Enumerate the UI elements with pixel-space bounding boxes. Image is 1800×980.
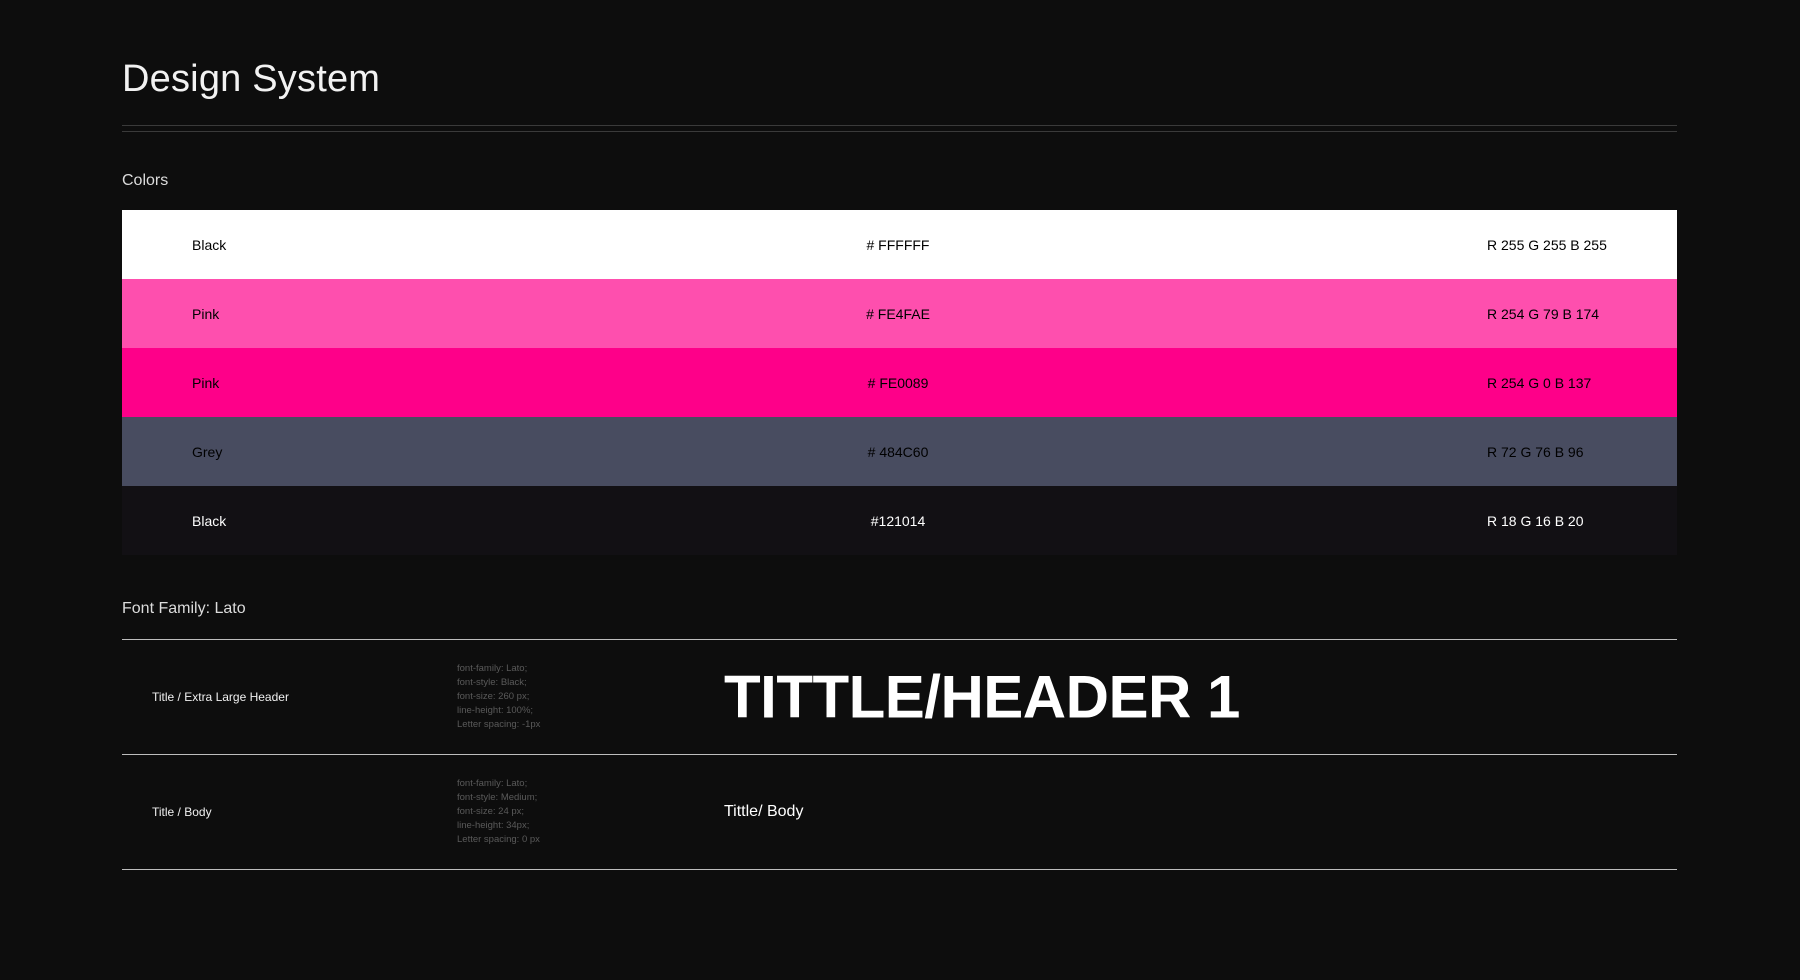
swatch-rgb: R 255 G 255 B 255 — [1487, 236, 1607, 253]
design-system-page: Design System Colors Black # FFFFFF R 25… — [0, 0, 1800, 980]
swatch-name: Grey — [192, 443, 223, 460]
type-style-name: Title / Body — [152, 805, 212, 819]
spec-line: Letter spacing: -1px — [457, 719, 541, 730]
header-divider — [122, 125, 1677, 126]
color-swatch-row: Pink # FE0089 R 254 G 0 B 137 — [122, 348, 1677, 417]
typography-table: Title / Extra Large Header font-family: … — [122, 639, 1677, 870]
spec-line: font-size: 24 px; — [457, 806, 525, 817]
swatch-hex: # FE4FAE — [866, 305, 930, 322]
spec-line: Letter spacing: 0 px — [457, 834, 540, 845]
typography-row-header: Title / Extra Large Header font-family: … — [122, 639, 1677, 754]
color-swatch-row: Black #121014 R 18 G 16 B 20 — [122, 486, 1677, 555]
type-style-specs: font-family: Lato; font-style: Black; fo… — [457, 662, 540, 732]
page-title: Design System — [122, 58, 381, 100]
swatch-name: Pink — [192, 305, 220, 322]
type-sample-header: TITTLE/HEADER 1 — [724, 663, 1240, 731]
color-swatch-row: Grey # 484C60 R 72 G 76 B 96 — [122, 417, 1677, 486]
colors-section-label: Colors — [122, 172, 169, 189]
spec-line: font-style: Medium; — [457, 792, 538, 803]
type-style-specs: font-family: Lato; font-style: Medium; f… — [457, 777, 540, 847]
swatch-rgb: R 254 G 79 B 174 — [1487, 305, 1600, 322]
swatch-name: Black — [192, 236, 227, 253]
header-divider-secondary — [122, 131, 1677, 132]
swatch-rgb: R 72 G 76 B 96 — [1487, 443, 1584, 460]
color-swatch-row: Pink # FE4FAE R 254 G 79 B 174 — [122, 279, 1677, 348]
swatch-rgb: R 18 G 16 B 20 — [1487, 512, 1584, 529]
swatch-hex: # FE0089 — [867, 374, 929, 391]
swatch-hex: # 484C60 — [867, 443, 929, 460]
swatch-name: Black — [192, 512, 227, 529]
spec-line: font-style: Black; — [457, 677, 527, 688]
color-swatch-list: Black # FFFFFF R 255 G 255 B 255 Pink # … — [122, 210, 1677, 555]
spec-line: line-height: 34px; — [457, 820, 530, 831]
spec-line: line-height: 100%; — [457, 705, 534, 716]
swatch-hex: # FFFFFF — [866, 236, 930, 253]
typography-row-body: Title / Body font-family: Lato; font-sty… — [122, 754, 1677, 870]
color-swatch-row: Black # FFFFFF R 255 G 255 B 255 — [122, 210, 1677, 279]
spec-line: font-size: 260 px; — [457, 691, 530, 702]
type-sample-body: Tittle/ Body — [724, 803, 804, 820]
font-family-section-label: Font Family: Lato — [122, 600, 246, 617]
type-style-name: Title / Extra Large Header — [152, 690, 289, 704]
swatch-name: Pink — [192, 374, 220, 391]
spec-line: font-family: Lato; — [457, 663, 528, 674]
swatch-rgb: R 254 G 0 B 137 — [1487, 374, 1592, 391]
swatch-hex: #121014 — [870, 512, 926, 529]
spec-line: font-family: Lato; — [457, 778, 528, 789]
